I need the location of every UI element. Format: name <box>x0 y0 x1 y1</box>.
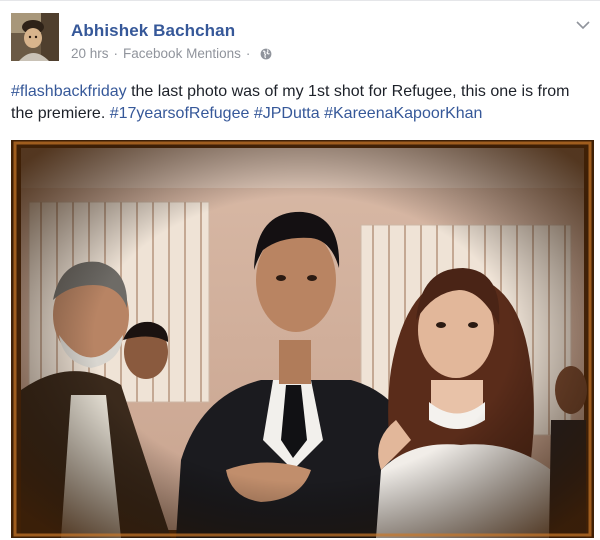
post-text: #flashbackfriday the last photo was of m… <box>11 81 586 125</box>
timestamp[interactable]: 20 hrs <box>71 46 109 61</box>
hashtag-link[interactable]: #17yearsofRefugee <box>110 105 250 122</box>
separator: · <box>245 46 251 61</box>
globe-icon[interactable] <box>260 48 272 60</box>
separator: · <box>113 46 119 61</box>
post-meta: 20 hrs · Facebook Mentions · <box>71 46 272 61</box>
chevron-down-icon[interactable] <box>576 20 590 30</box>
author-name[interactable]: Abhishek Bachchan <box>71 21 235 41</box>
app-link[interactable]: Facebook Mentions <box>123 46 241 61</box>
avatar-image <box>11 13 59 61</box>
author-avatar[interactable] <box>11 13 59 61</box>
photo-image <box>11 140 594 538</box>
post-card: Abhishek Bachchan 20 hrs · Facebook Ment… <box>0 0 600 540</box>
hashtag-link[interactable]: #KareenaKapoorKhan <box>324 105 482 122</box>
hashtag-link[interactable]: #flashbackfriday <box>11 83 127 100</box>
hashtag-link[interactable]: #JPDutta <box>254 105 320 122</box>
post-photo[interactable] <box>11 140 594 538</box>
